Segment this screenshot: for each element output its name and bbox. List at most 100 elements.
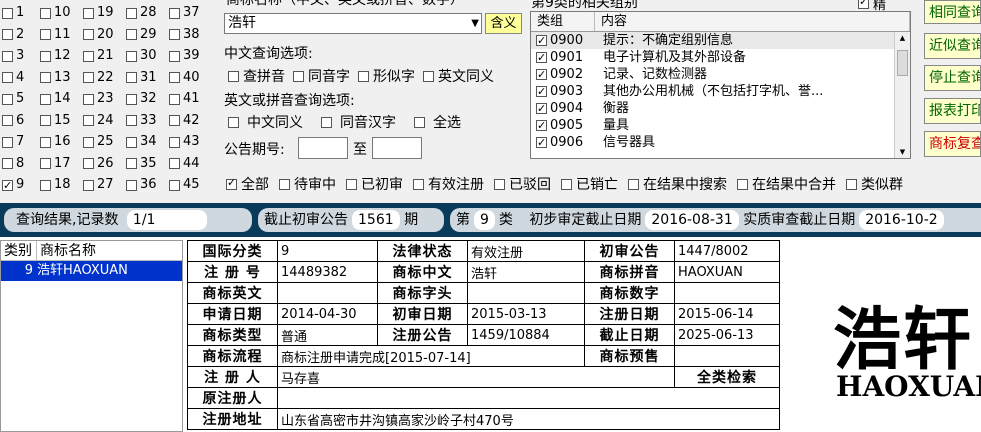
class-checkbox-40[interactable]: 40 bbox=[169, 69, 200, 87]
scroll-thumb[interactable] bbox=[897, 50, 908, 76]
checkbox-icon[interactable] bbox=[2, 136, 13, 148]
group-row[interactable]: 0900 提示：不确定组别信息 bbox=[531, 32, 910, 49]
scroll-down-icon[interactable]: ▼ bbox=[895, 146, 910, 158]
group-row[interactable]: 0904 衡器 bbox=[531, 100, 910, 117]
filter-option[interactable]: 类似群 bbox=[846, 174, 903, 194]
checkbox-icon[interactable] bbox=[126, 136, 137, 148]
checkbox-icon[interactable] bbox=[126, 7, 137, 19]
checkbox-icon[interactable] bbox=[321, 116, 332, 128]
checkbox-icon[interactable] bbox=[40, 7, 51, 19]
checkbox-icon[interactable] bbox=[169, 115, 180, 126]
class-checkbox-25[interactable]: 25 bbox=[83, 133, 114, 151]
class-checkbox-28[interactable]: 28 bbox=[126, 4, 157, 22]
class-checkbox-19[interactable]: 19 bbox=[83, 4, 114, 22]
class-checkbox-39[interactable]: 39 bbox=[169, 47, 200, 65]
checkbox-icon[interactable] bbox=[228, 116, 239, 128]
stop-query-button[interactable]: 停止查询 bbox=[924, 65, 981, 91]
checkbox-icon[interactable] bbox=[83, 7, 94, 19]
class-checkbox-9[interactable]: 9 bbox=[2, 176, 24, 195]
checkbox-icon[interactable] bbox=[83, 50, 94, 62]
checkbox-icon[interactable] bbox=[40, 136, 51, 148]
class-checkbox-22[interactable]: 22 bbox=[83, 69, 114, 87]
col-header-name[interactable]: 商标名称 bbox=[37, 241, 96, 260]
checkbox-icon[interactable] bbox=[846, 178, 857, 190]
checkbox-icon[interactable] bbox=[561, 178, 572, 190]
class-checkbox-13[interactable]: 13 bbox=[40, 69, 71, 87]
cn-option-en-synonym[interactable]: 英文同义 bbox=[423, 66, 494, 86]
class-checkbox-17[interactable]: 17 bbox=[40, 155, 71, 173]
report-print-button[interactable]: 报表打印 bbox=[924, 98, 981, 124]
checkbox-icon[interactable] bbox=[126, 72, 137, 83]
checkbox-icon[interactable] bbox=[228, 70, 239, 82]
checkbox-icon[interactable] bbox=[169, 158, 180, 169]
period-to-input[interactable] bbox=[372, 137, 422, 159]
en-option-select-all[interactable]: 全选 bbox=[414, 112, 461, 132]
group-row[interactable]: 0902 记录、记数检测器 bbox=[531, 66, 910, 83]
class-checkbox-8[interactable]: 8 bbox=[2, 155, 24, 173]
class-checkbox-15[interactable]: 15 bbox=[40, 112, 71, 130]
col-header-class[interactable]: 类别 bbox=[1, 241, 37, 260]
class-checkbox-34[interactable]: 34 bbox=[126, 133, 157, 151]
similar-query-button[interactable]: 近似查询 bbox=[924, 33, 981, 59]
filter-option[interactable]: 在结果中搜索 bbox=[628, 174, 727, 194]
class-checkbox-20[interactable]: 20 bbox=[83, 26, 114, 44]
checkbox-icon[interactable] bbox=[126, 93, 137, 105]
class-checkbox-29[interactable]: 29 bbox=[126, 26, 157, 44]
cn-option-similar-shape[interactable]: 形似字 bbox=[358, 66, 415, 86]
group-row[interactable]: 0901 电子计算机及其外部设备 bbox=[531, 49, 910, 66]
trademark-name-input[interactable]: 浩轩 ▼ bbox=[224, 13, 482, 34]
checkbox-icon[interactable] bbox=[169, 136, 180, 148]
scroll-up-icon[interactable]: ▲ bbox=[895, 32, 910, 44]
checkbox-icon[interactable] bbox=[40, 50, 51, 62]
meaning-button[interactable]: 含义 bbox=[485, 13, 522, 34]
all-class-search-button[interactable]: 全类检索 bbox=[674, 366, 780, 388]
checkbox-icon[interactable] bbox=[536, 134, 547, 151]
checkbox-icon[interactable] bbox=[536, 66, 547, 83]
class-checkbox-18[interactable]: 18 bbox=[40, 176, 71, 194]
class-checkbox-35[interactable]: 35 bbox=[126, 155, 157, 173]
class-checkbox-2[interactable]: 2 bbox=[2, 26, 24, 44]
checkbox-icon[interactable] bbox=[279, 178, 290, 190]
class-checkbox-14[interactable]: 14 bbox=[40, 90, 71, 108]
checkbox-icon[interactable] bbox=[2, 115, 13, 126]
checkbox-icon[interactable] bbox=[2, 72, 13, 83]
checkbox-icon[interactable] bbox=[83, 179, 94, 191]
result-row[interactable]: 9 浩轩HAOXUAN bbox=[1, 261, 182, 281]
class-checkbox-38[interactable]: 38 bbox=[169, 26, 200, 44]
class-checkbox-12[interactable]: 12 bbox=[40, 47, 71, 65]
checkbox-icon[interactable] bbox=[346, 178, 357, 190]
checkbox-icon[interactable] bbox=[536, 83, 547, 100]
checkbox-icon[interactable] bbox=[83, 115, 94, 126]
class-checkbox-10[interactable]: 10 bbox=[40, 4, 71, 22]
class-checkbox-32[interactable]: 32 bbox=[126, 90, 157, 108]
period-from-input[interactable] bbox=[298, 137, 348, 159]
checkbox-icon[interactable] bbox=[737, 178, 748, 190]
class-checkbox-33[interactable]: 33 bbox=[126, 112, 157, 130]
class-checkbox-11[interactable]: 11 bbox=[40, 26, 71, 44]
class-checkbox-21[interactable]: 21 bbox=[83, 47, 114, 65]
checkbox-icon[interactable] bbox=[169, 7, 180, 19]
en-option-cn-synonym[interactable]: 中文同义 bbox=[228, 112, 303, 132]
checkbox-icon[interactable] bbox=[126, 179, 137, 191]
cn-option-homophone[interactable]: 同音字 bbox=[293, 66, 350, 86]
class-checkbox-7[interactable]: 7 bbox=[2, 133, 24, 151]
class-checkbox-30[interactable]: 30 bbox=[126, 47, 157, 65]
class-checkbox-43[interactable]: 43 bbox=[169, 133, 200, 151]
checkbox-icon[interactable] bbox=[858, 0, 869, 9]
filter-option[interactable]: 在结果中合并 bbox=[737, 174, 836, 194]
chevron-down-icon[interactable]: ▼ bbox=[471, 14, 479, 33]
filter-option[interactable]: 已驳回 bbox=[494, 174, 551, 194]
class-checkbox-4[interactable]: 4 bbox=[2, 69, 24, 87]
class-checkbox-23[interactable]: 23 bbox=[83, 90, 114, 108]
checkbox-icon[interactable] bbox=[536, 117, 547, 134]
same-query-button[interactable]: 相同查询 bbox=[924, 0, 981, 24]
class-checkbox-1[interactable]: 1 bbox=[2, 4, 24, 22]
class-checkbox-27[interactable]: 27 bbox=[83, 176, 114, 194]
group-row[interactable]: 0905 量具 bbox=[531, 117, 910, 134]
checkbox-icon[interactable] bbox=[126, 50, 137, 62]
checkbox-icon[interactable] bbox=[413, 178, 424, 190]
checkbox-icon[interactable] bbox=[169, 50, 180, 62]
checkbox-icon[interactable] bbox=[2, 7, 13, 19]
class-checkbox-45[interactable]: 45 bbox=[169, 176, 200, 194]
class-checkbox-36[interactable]: 36 bbox=[126, 176, 157, 194]
